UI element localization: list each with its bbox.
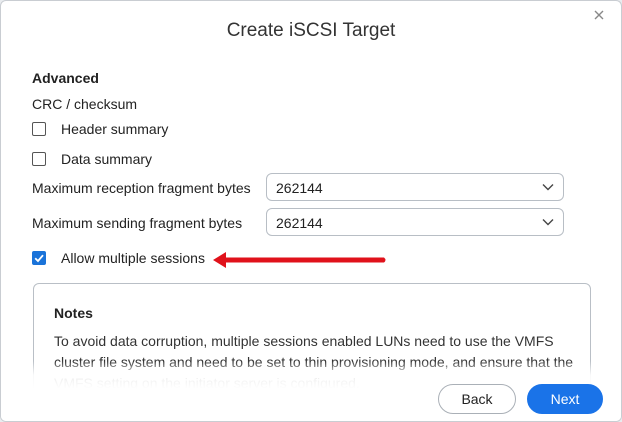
crc-checksum-label: CRC / checksum <box>32 96 138 112</box>
allow-multiple-sessions-label: Allow multiple sessions <box>61 250 205 266</box>
check-icon <box>34 254 44 263</box>
back-button[interactable]: Back <box>438 384 516 414</box>
max-reception-select[interactable]: 262144 <box>266 173 564 201</box>
chevron-down-icon <box>542 219 554 226</box>
max-reception-label: Maximum reception fragment bytes <box>32 180 251 196</box>
create-iscsi-target-dialog: Create iSCSI Target Advanced CRC / check… <box>0 0 622 422</box>
max-sending-select[interactable]: 262144 <box>266 208 564 236</box>
dialog-footer: Back Next <box>1 361 621 421</box>
close-button[interactable] <box>591 7 607 23</box>
header-summary-checkbox[interactable] <box>32 122 46 136</box>
data-summary-checkbox[interactable] <box>32 152 46 166</box>
header-summary-label: Header summary <box>61 121 169 137</box>
max-reception-value: 262144 <box>276 180 323 196</box>
max-sending-value: 262144 <box>276 215 323 231</box>
data-summary-label: Data summary <box>61 151 153 167</box>
max-sending-label: Maximum sending fragment bytes <box>32 215 243 231</box>
header-summary-option[interactable]: Header summary <box>32 120 168 138</box>
allow-multiple-sessions-checkbox[interactable] <box>32 251 46 265</box>
annotation-arrow-icon <box>213 252 386 268</box>
dialog-title: Create iSCSI Target <box>226 20 396 41</box>
next-button[interactable]: Next <box>527 384 603 414</box>
data-summary-option[interactable]: Data summary <box>32 150 152 168</box>
allow-multiple-sessions-option[interactable]: Allow multiple sessions <box>32 249 205 267</box>
close-icon <box>594 10 604 20</box>
advanced-section-title: Advanced <box>32 70 99 86</box>
chevron-down-icon <box>542 184 554 191</box>
notes-title: Notes <box>54 305 93 321</box>
